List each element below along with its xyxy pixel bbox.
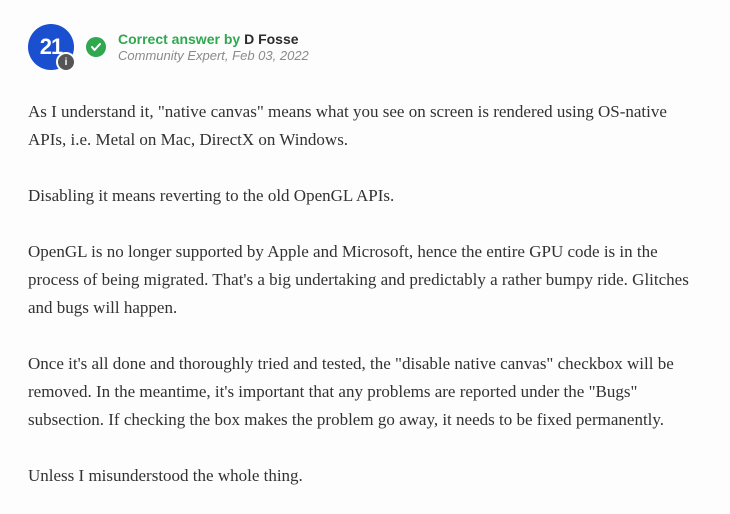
author-role: Community Expert <box>118 48 225 63</box>
info-icon: i <box>56 52 76 72</box>
post-header: 21 i Correct answer by D Fosse Community… <box>28 24 702 70</box>
author-meta: Community Expert, Feb 03, 2022 <box>118 48 309 63</box>
body-paragraph: Disabling it means reverting to the old … <box>28 182 702 210</box>
post-meta: Correct answer by D Fosse Community Expe… <box>118 31 309 63</box>
avatar-wrap[interactable]: 21 i <box>28 24 74 70</box>
author-link[interactable]: D Fosse <box>244 31 298 47</box>
check-icon <box>86 37 106 57</box>
correct-prefix: Correct answer by <box>118 31 244 47</box>
post-date: Feb 03, 2022 <box>232 48 309 63</box>
correct-answer-line: Correct answer by D Fosse <box>118 31 309 47</box>
body-paragraph: Once it's all done and thoroughly tried … <box>28 350 702 434</box>
body-paragraph: As I understand it, "native canvas" mean… <box>28 98 702 154</box>
answer-post: 21 i Correct answer by D Fosse Community… <box>0 0 730 514</box>
post-body: As I understand it, "native canvas" mean… <box>28 98 702 490</box>
avatar-corner-text: i <box>65 57 68 68</box>
body-paragraph: Unless I misunderstood the whole thing. <box>28 462 702 490</box>
body-paragraph: OpenGL is no longer supported by Apple a… <box>28 238 702 322</box>
